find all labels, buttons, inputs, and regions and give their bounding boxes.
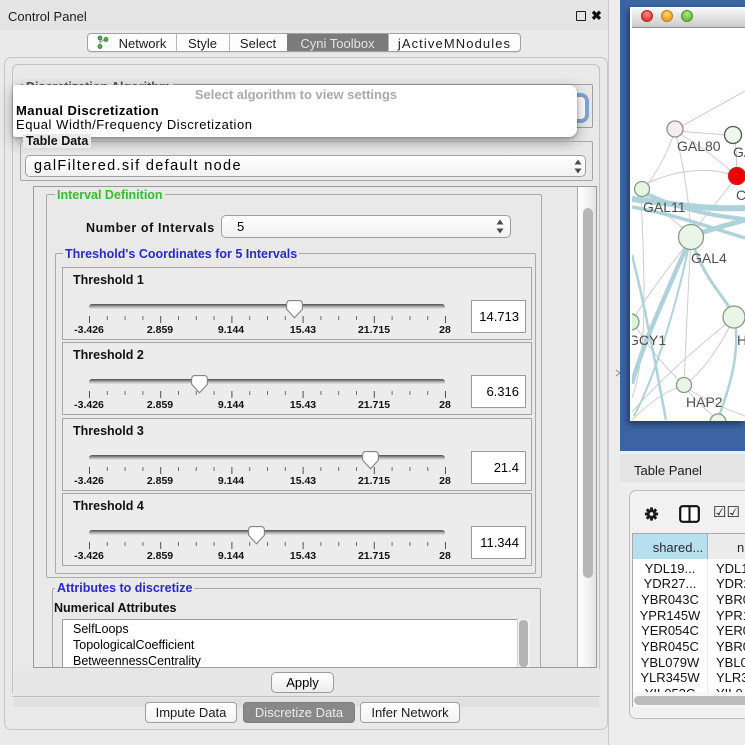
svg-text:GA: GA: [733, 144, 745, 160]
svg-text:H: H: [737, 332, 745, 348]
svg-text:GAL80: GAL80: [677, 138, 721, 154]
svg-text:GCY1: GCY1: [632, 332, 666, 348]
svg-text:GAL4: GAL4: [691, 250, 727, 266]
svg-text:HAP2: HAP2: [686, 394, 723, 410]
svg-text:C: C: [736, 187, 745, 203]
svg-text:GAL11: GAL11: [643, 199, 686, 215]
